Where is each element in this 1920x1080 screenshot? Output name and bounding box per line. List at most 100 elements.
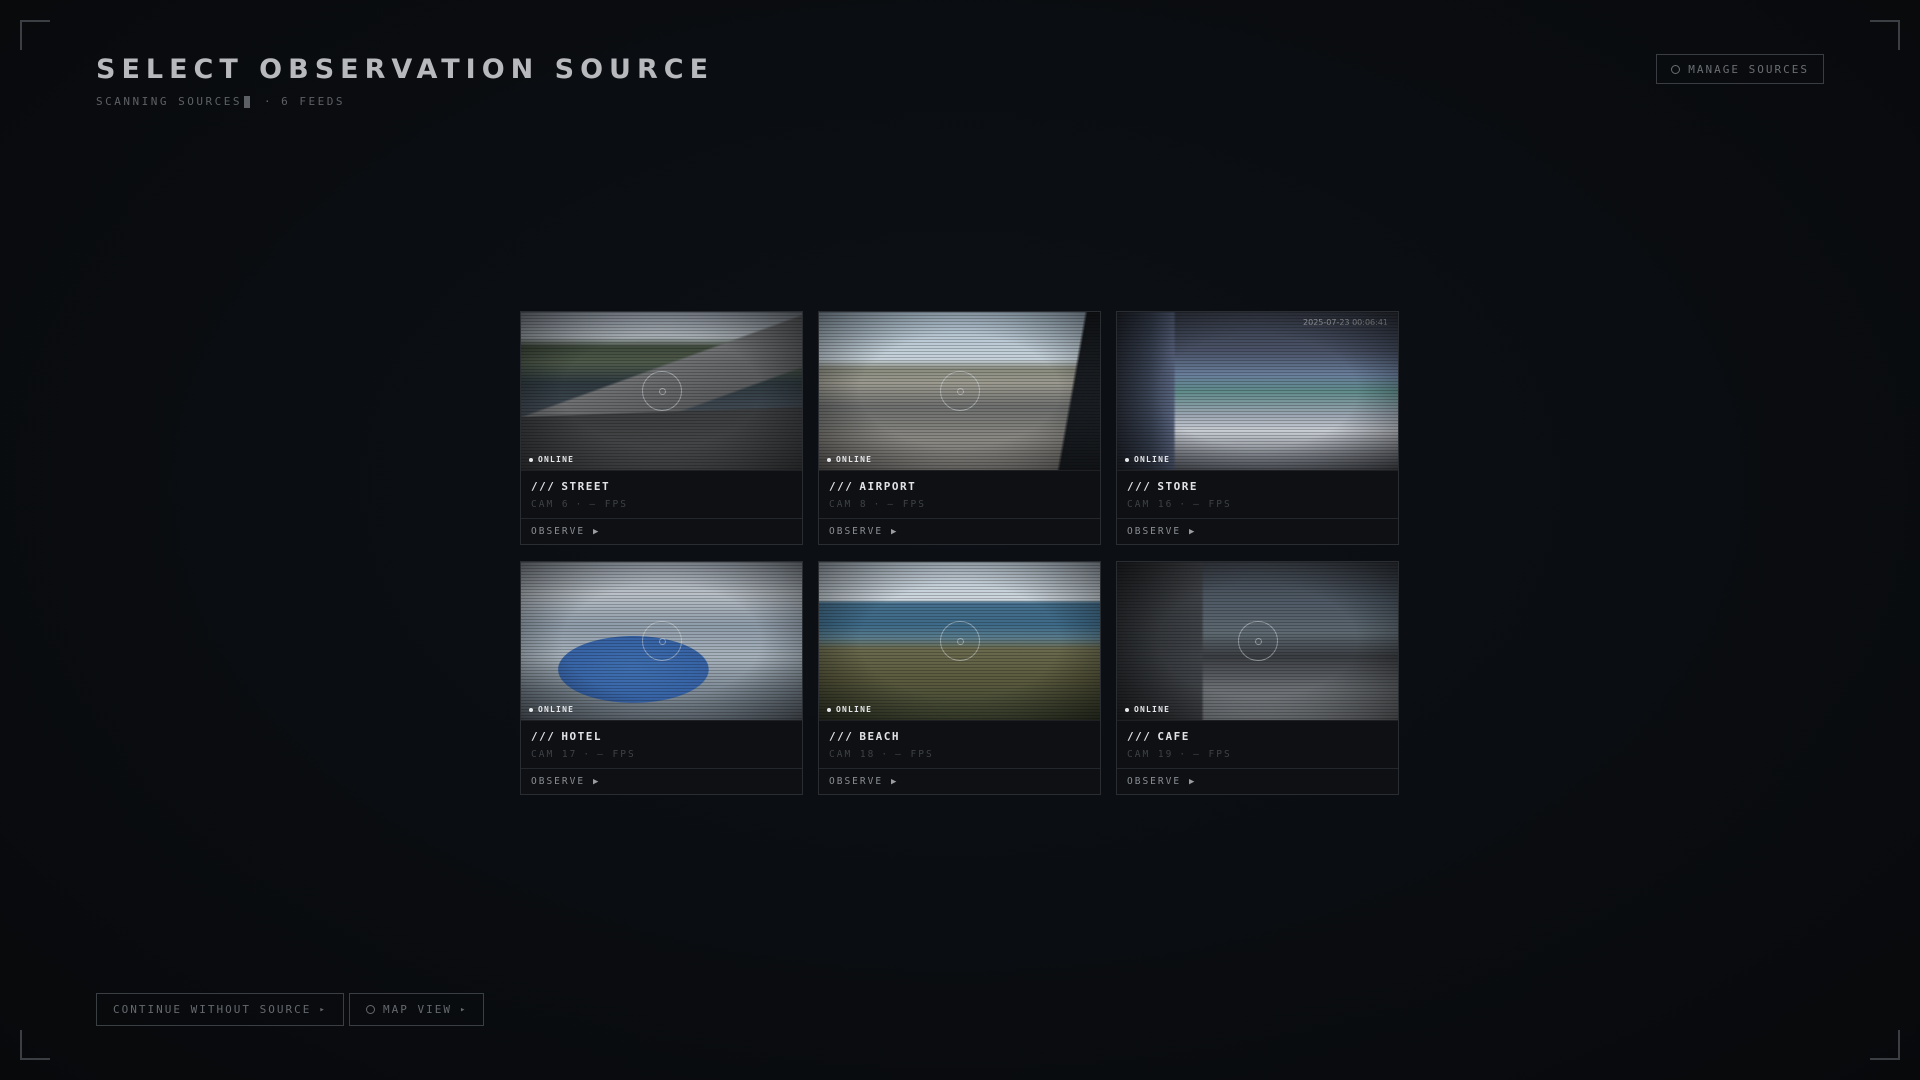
timestamp-overlay: 2025-07-23 00:06:41 bbox=[1303, 318, 1388, 327]
meta-separator: · bbox=[881, 749, 890, 760]
source-card-beach[interactable]: ONLINE /// BEACH CAM 18 · – FPS OBSERVE … bbox=[818, 561, 1101, 795]
source-card-cafe[interactable]: ONLINE /// CAFE CAM 19 · – FPS OBSERVE ▶ bbox=[1116, 561, 1399, 795]
feed-thumbnail-hotel[interactable]: ONLINE bbox=[521, 562, 802, 721]
play-icon: ▶ bbox=[593, 776, 601, 787]
status-badge: ONLINE bbox=[1125, 455, 1170, 464]
card-title-prefix: /// bbox=[531, 480, 556, 493]
camera-id: CAM 19 bbox=[1127, 749, 1174, 760]
status-badge: ONLINE bbox=[827, 455, 872, 464]
map-view-button[interactable]: MAP VIEW ▸ bbox=[349, 993, 485, 1026]
card-title-name: HOTEL bbox=[561, 730, 602, 743]
card-info: /// AIRPORT CAM 8 · – FPS bbox=[819, 471, 1100, 518]
vignette-overlay bbox=[1117, 312, 1398, 470]
frame-corner-bottom-right bbox=[1870, 1030, 1900, 1060]
feed-thumbnail-street[interactable]: ONLINE bbox=[521, 312, 802, 471]
scan-status: SCANNING SOURCES · 6 FEEDS bbox=[96, 95, 345, 108]
observe-button[interactable]: OBSERVE ▶ bbox=[521, 768, 802, 794]
card-title-prefix: /// bbox=[1127, 480, 1152, 493]
status-label: ONLINE bbox=[836, 705, 873, 714]
card-title: /// STREET bbox=[531, 480, 792, 493]
source-card-street[interactable]: ONLINE /// STREET CAM 6 · – FPS OBSERVE … bbox=[520, 311, 803, 545]
card-title-prefix: /// bbox=[1127, 730, 1152, 743]
manage-sources-label: MANAGE SOURCES bbox=[1688, 62, 1809, 76]
camera-id: CAM 16 bbox=[1127, 499, 1174, 510]
card-info: /// CAFE CAM 19 · – FPS bbox=[1117, 721, 1398, 768]
card-meta: CAM 16 · – FPS bbox=[1127, 499, 1388, 510]
fps-readout: – FPS bbox=[589, 499, 628, 510]
card-title-prefix: /// bbox=[531, 730, 556, 743]
meta-separator: · bbox=[583, 749, 592, 760]
feed-thumbnail-beach[interactable]: ONLINE bbox=[819, 562, 1100, 721]
card-title-name: AIRPORT bbox=[859, 480, 917, 493]
status-dot-icon bbox=[529, 457, 533, 462]
subtitle-separator: · bbox=[263, 95, 274, 108]
feed-thumbnail-airport[interactable]: ONLINE bbox=[819, 312, 1100, 471]
status-label: ONLINE bbox=[836, 455, 873, 464]
card-title: /// AIRPORT bbox=[829, 480, 1090, 493]
meta-separator: · bbox=[1179, 499, 1188, 510]
card-title-name: STREET bbox=[561, 480, 611, 493]
card-info: /// STREET CAM 6 · – FPS bbox=[521, 471, 802, 518]
source-card-hotel[interactable]: ONLINE /// HOTEL CAM 17 · – FPS OBSERVE … bbox=[520, 561, 803, 795]
feed-thumbnail-store[interactable]: 2025-07-23 00:06:41 ONLINE bbox=[1117, 312, 1398, 471]
continue-without-source-button[interactable]: CONTINUE WITHOUT SOURCE ▸ bbox=[96, 993, 344, 1026]
observe-button[interactable]: OBSERVE ▶ bbox=[819, 768, 1100, 794]
reticle-icon bbox=[939, 621, 980, 661]
camera-id: CAM 6 bbox=[531, 499, 570, 510]
source-card-store[interactable]: 2025-07-23 00:06:41 ONLINE /// STORE CAM… bbox=[1116, 311, 1399, 545]
card-meta: CAM 6 · – FPS bbox=[531, 499, 792, 510]
arrow-right-icon: ▸ bbox=[319, 1004, 327, 1015]
card-title-prefix: /// bbox=[829, 480, 854, 493]
card-meta: CAM 19 · – FPS bbox=[1127, 749, 1388, 760]
card-title-name: STORE bbox=[1157, 480, 1198, 493]
status-label: ONLINE bbox=[538, 705, 575, 714]
play-icon: ▶ bbox=[593, 526, 601, 537]
fps-readout: – FPS bbox=[1193, 749, 1232, 760]
observe-button[interactable]: OBSERVE ▶ bbox=[1117, 768, 1398, 794]
observe-label: OBSERVE bbox=[531, 526, 586, 537]
fps-readout: – FPS bbox=[597, 749, 636, 760]
play-icon: ▶ bbox=[1189, 526, 1197, 537]
scan-status-text: SCANNING SOURCES bbox=[96, 95, 242, 108]
play-icon: ▶ bbox=[1189, 776, 1197, 787]
camera-id: CAM 18 bbox=[829, 749, 876, 760]
reticle-icon bbox=[939, 371, 980, 411]
feed-thumbnail-cafe[interactable]: ONLINE bbox=[1117, 562, 1398, 721]
observe-label: OBSERVE bbox=[829, 526, 884, 537]
meta-separator: · bbox=[575, 499, 584, 510]
source-card-airport[interactable]: ONLINE /// AIRPORT CAM 8 · – FPS OBSERVE… bbox=[818, 311, 1101, 545]
globe-icon bbox=[366, 1005, 375, 1014]
arrow-right-icon: ▸ bbox=[459, 1004, 468, 1015]
feed-count: 6 FEEDS bbox=[281, 95, 345, 108]
status-label: ONLINE bbox=[1134, 455, 1171, 464]
map-view-label: MAP VIEW bbox=[383, 1003, 452, 1016]
card-meta: CAM 8 · – FPS bbox=[829, 499, 1090, 510]
observe-button[interactable]: OBSERVE ▶ bbox=[1117, 518, 1398, 544]
status-label: ONLINE bbox=[1134, 705, 1171, 714]
observe-label: OBSERVE bbox=[1127, 776, 1182, 787]
card-title: /// CAFE bbox=[1127, 730, 1388, 743]
manage-sources-button[interactable]: MANAGE SOURCES bbox=[1656, 54, 1824, 84]
observe-button[interactable]: OBSERVE ▶ bbox=[819, 518, 1100, 544]
play-icon: ▶ bbox=[891, 526, 899, 537]
meta-separator: · bbox=[1179, 749, 1188, 760]
card-info: /// HOTEL CAM 17 · – FPS bbox=[521, 721, 802, 768]
card-meta: CAM 18 · – FPS bbox=[829, 749, 1090, 760]
fps-readout: – FPS bbox=[1193, 499, 1232, 510]
status-badge: ONLINE bbox=[529, 705, 574, 714]
card-info: /// BEACH CAM 18 · – FPS bbox=[819, 721, 1100, 768]
status-badge: ONLINE bbox=[1125, 705, 1170, 714]
status-label: ONLINE bbox=[538, 455, 575, 464]
card-info: /// STORE CAM 16 · – FPS bbox=[1117, 471, 1398, 518]
reticle-icon bbox=[641, 371, 682, 411]
play-icon: ▶ bbox=[891, 776, 899, 787]
status-dot-icon bbox=[827, 707, 831, 712]
frame-corner-top-left bbox=[20, 20, 50, 50]
card-title-name: CAFE bbox=[1157, 730, 1190, 743]
observe-label: OBSERVE bbox=[531, 776, 586, 787]
status-badge: ONLINE bbox=[529, 455, 574, 464]
gear-icon bbox=[1671, 64, 1681, 74]
observe-button[interactable]: OBSERVE ▶ bbox=[521, 518, 802, 544]
card-title-prefix: /// bbox=[829, 730, 854, 743]
observe-label: OBSERVE bbox=[1127, 526, 1182, 537]
